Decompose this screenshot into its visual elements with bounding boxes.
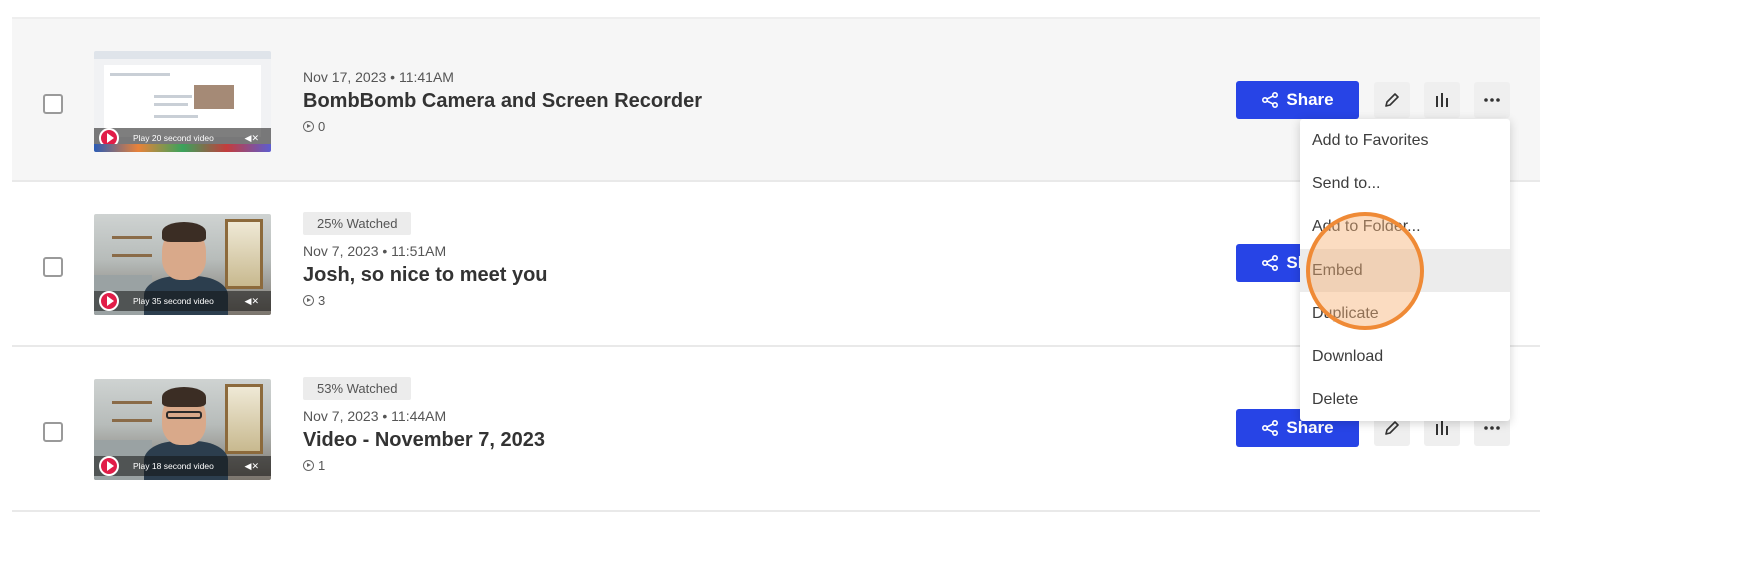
menu-item-download[interactable]: Download bbox=[1300, 335, 1510, 378]
analytics-button[interactable] bbox=[1424, 82, 1460, 118]
play-icon[interactable] bbox=[99, 456, 119, 476]
play-circle-icon bbox=[303, 295, 314, 306]
video-thumbnail[interactable]: Play 18 second video ◀✕ bbox=[94, 379, 271, 480]
thumbnail-taskbar bbox=[94, 144, 271, 152]
menu-item-send-to[interactable]: Send to... bbox=[1300, 162, 1510, 205]
thumbnail-line bbox=[154, 103, 188, 106]
video-meta: 53% Watched Nov 7, 2023 • 11:44AM Video … bbox=[303, 377, 545, 473]
thumbnail-shelf bbox=[112, 401, 152, 404]
video-title[interactable]: Josh, so nice to meet you bbox=[303, 264, 548, 287]
video-thumbnail[interactable]: Play 20 second video ◀✕ bbox=[94, 51, 271, 152]
row-checkbox[interactable] bbox=[43, 94, 63, 114]
play-icon[interactable] bbox=[99, 291, 119, 311]
thumbnail-person-glasses bbox=[166, 411, 202, 419]
menu-item-duplicate[interactable]: Duplicate bbox=[1300, 292, 1510, 335]
share-icon bbox=[1262, 91, 1279, 109]
share-label: Share bbox=[1286, 90, 1334, 109]
menu-item-embed[interactable]: Embed bbox=[1300, 248, 1510, 293]
watched-badge: 25% Watched bbox=[303, 212, 412, 235]
thumbnail-page bbox=[104, 65, 261, 137]
row-checkbox[interactable] bbox=[43, 422, 63, 442]
bar-chart-icon bbox=[1436, 93, 1448, 107]
video-meta: 25% Watched Nov 7, 2023 • 11:51AM Josh, … bbox=[303, 212, 548, 308]
share-icon bbox=[1262, 419, 1279, 437]
video-thumbnail[interactable]: Play 35 second video ◀✕ bbox=[94, 214, 271, 315]
video-meta: Nov 17, 2023 • 11:41AM BombBomb Camera a… bbox=[303, 69, 702, 134]
menu-item-delete[interactable]: Delete bbox=[1300, 379, 1510, 422]
video-date: Nov 7, 2023 • 11:51AM bbox=[303, 243, 447, 259]
thumbnail-window bbox=[225, 384, 263, 454]
play-circle-icon bbox=[303, 460, 314, 471]
more-options-button[interactable] bbox=[1474, 82, 1510, 118]
play-label: Play 18 second video bbox=[133, 461, 214, 471]
edit-button[interactable] bbox=[1374, 82, 1410, 118]
view-count: 1 bbox=[303, 458, 545, 473]
mute-icon[interactable]: ◀✕ bbox=[245, 296, 259, 307]
video-title[interactable]: BombBomb Camera and Screen Recorder bbox=[303, 90, 702, 113]
video-title[interactable]: Video - November 7, 2023 bbox=[303, 429, 545, 452]
more-dots-icon bbox=[1484, 98, 1500, 102]
mute-icon[interactable]: ◀✕ bbox=[245, 133, 259, 144]
play-label: Play 35 second video bbox=[133, 296, 214, 306]
thumbnail-line bbox=[154, 95, 194, 98]
thumbnail-shelf bbox=[112, 419, 152, 422]
play-label: Play 20 second video bbox=[133, 133, 214, 143]
thumbnail-line bbox=[154, 115, 198, 118]
view-count: 3 bbox=[303, 293, 548, 308]
menu-item-add-to-folder[interactable]: Add to Folder... bbox=[1300, 206, 1510, 249]
thumbnail-webcam-overlay bbox=[192, 83, 236, 111]
mute-icon[interactable]: ◀✕ bbox=[245, 461, 259, 472]
row-checkbox[interactable] bbox=[43, 257, 63, 277]
share-icon bbox=[1262, 254, 1279, 272]
video-date: Nov 7, 2023 • 11:44AM bbox=[303, 408, 447, 424]
thumbnail-browser-bar bbox=[94, 51, 271, 59]
share-button[interactable]: Share bbox=[1236, 81, 1359, 119]
thumbnail-window bbox=[225, 219, 263, 289]
pencil-icon bbox=[1385, 93, 1399, 107]
more-options-menu: Add to Favorites Send to... Add to Folde… bbox=[1300, 119, 1510, 421]
thumbnail-shelf bbox=[112, 254, 152, 257]
thumbnail-person-hair bbox=[162, 387, 206, 407]
thumbnail-shelf bbox=[112, 236, 152, 239]
view-count-value: 1 bbox=[318, 458, 326, 473]
play-overlay[interactable]: Play 35 second video ◀✕ bbox=[94, 291, 271, 311]
view-count: 0 bbox=[303, 119, 702, 134]
menu-item-add-to-favorites[interactable]: Add to Favorites bbox=[1300, 119, 1510, 162]
view-count-value: 0 bbox=[318, 119, 326, 134]
play-circle-icon bbox=[303, 121, 314, 132]
thumbnail-person-hair bbox=[162, 222, 206, 242]
watched-badge: 53% Watched bbox=[303, 377, 412, 400]
thumbnail-line bbox=[110, 73, 170, 76]
play-overlay[interactable]: Play 18 second video ◀✕ bbox=[94, 456, 271, 476]
video-date: Nov 17, 2023 • 11:41AM bbox=[303, 69, 454, 85]
view-count-value: 3 bbox=[318, 293, 326, 308]
